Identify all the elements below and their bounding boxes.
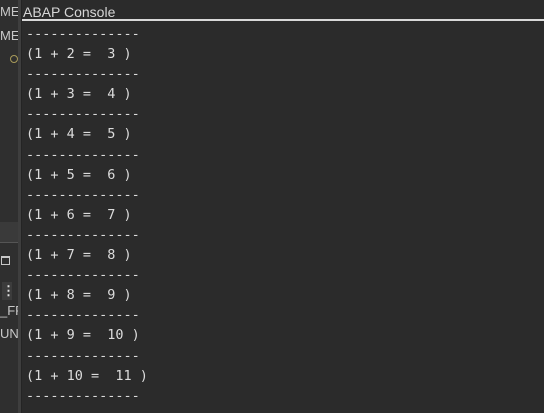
- console-separator-line: --------------: [26, 66, 140, 83]
- view-menu-icon[interactable]: ⋮: [2, 282, 15, 300]
- left-pane-divider: [0, 242, 18, 243]
- console-separator-line: --------------: [26, 387, 140, 404]
- console-result-line: (1 + 5 = 6 ): [26, 166, 132, 183]
- left-pane-fragment[interactable]: UN: [0, 326, 18, 341]
- console-separator-line: --------------: [26, 186, 140, 203]
- console-separator-line: --------------: [26, 267, 140, 284]
- console-separator-line: --------------: [26, 106, 140, 123]
- left-pane-toolbar: [0, 222, 18, 242]
- console-separator-line: --------------: [26, 26, 140, 42]
- console-tab-title[interactable]: ABAP Console: [22, 0, 544, 21]
- console-separator-line: --------------: [26, 226, 140, 243]
- console-result-line: (1 + 8 = 9 ): [26, 287, 132, 304]
- console-result-line: (1 + 9 = 10 ): [26, 327, 140, 344]
- console-result-line: (1 + 4 = 5 ): [26, 126, 132, 143]
- console-output[interactable]: -------------- (1 + 2 = 3 ) --------------…: [26, 24, 540, 413]
- left-pane: ME ME ⋮ _FR UN: [0, 0, 18, 413]
- console-result-line: (1 + 7 = 8 ): [26, 247, 132, 264]
- left-pane-fragment[interactable]: _FR: [0, 303, 18, 318]
- console-result-line: (1 + 6 = 7 ): [26, 206, 132, 223]
- abap-console-view: ABAP Console -------------- (1 + 2 = 3 ) -…: [22, 0, 544, 413]
- console-result-line: (1 + 10 = 11 ): [26, 367, 148, 384]
- circle-icon: [10, 55, 18, 63]
- console-result-line: (1 + 3 = 4 ): [26, 86, 132, 103]
- console-separator-line: --------------: [26, 347, 140, 364]
- restore-icon[interactable]: [1, 256, 10, 265]
- console-separator-line: --------------: [26, 146, 140, 163]
- left-pane-fragment[interactable]: ME: [0, 28, 18, 43]
- workbench: ME ME ⋮ _FR UN ABAP Console ------------…: [0, 0, 544, 413]
- console-result-line: (1 + 2 = 3 ): [26, 46, 132, 63]
- console-separator-line: --------------: [26, 307, 140, 324]
- left-pane-fragment[interactable]: ME: [0, 4, 18, 19]
